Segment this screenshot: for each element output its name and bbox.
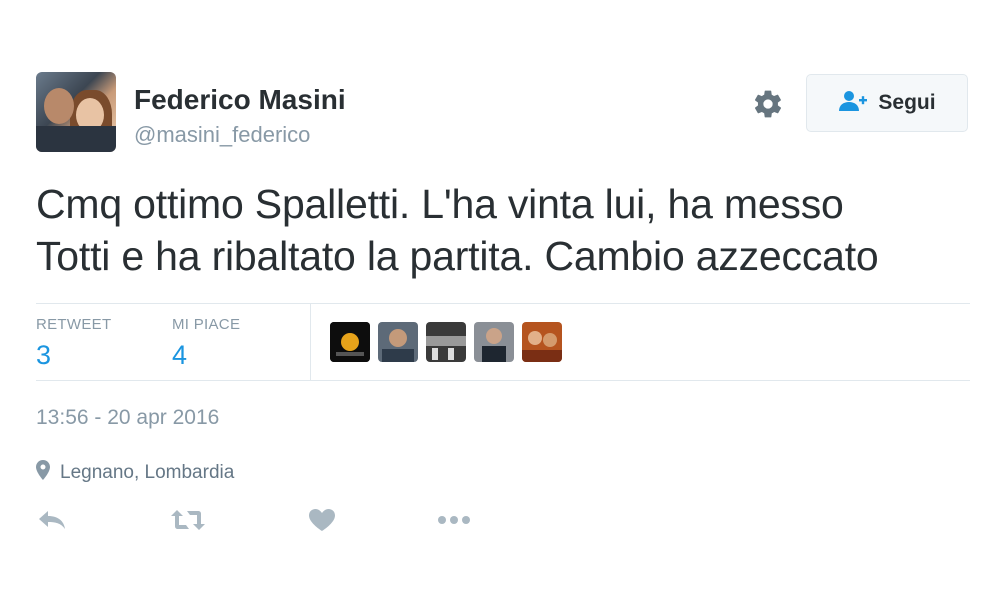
tweet-location[interactable]: Legnano, Lombardia — [36, 460, 234, 485]
follow-button[interactable]: Segui — [806, 74, 968, 132]
location-label: Legnano, Lombardia — [60, 461, 235, 483]
retweet-icon[interactable] — [170, 504, 206, 536]
user-name[interactable]: Federico Masini — [134, 84, 346, 116]
tweet-text: Cmq ottimo Spalletti. L'ha vinta lui, ha… — [36, 178, 976, 282]
user-handle[interactable]: @masini_federico — [134, 122, 310, 148]
avatar[interactable] — [36, 72, 116, 152]
tweet-text-line-1: Cmq ottimo Spalletti. L'ha vinta lui, ha… — [36, 181, 844, 227]
liker-avatar[interactable] — [522, 322, 562, 362]
likes-label[interactable]: MI PIACE — [172, 316, 240, 333]
divider — [36, 303, 970, 304]
likes-count[interactable]: 4 — [172, 340, 187, 371]
reply-icon[interactable] — [34, 504, 70, 536]
tweet-text-line-2: Totti e ha ribaltato la partita. Cambio … — [36, 233, 879, 279]
tweet-timestamp[interactable]: 13:56 - 20 apr 2016 — [36, 406, 219, 430]
add-user-icon — [838, 90, 868, 117]
liker-avatar[interactable] — [426, 322, 466, 362]
retweets-label[interactable]: RETWEET — [36, 316, 111, 333]
likers-list — [330, 322, 562, 362]
heart-icon[interactable] — [304, 504, 340, 536]
more-icon[interactable] — [436, 504, 472, 536]
retweets-count[interactable]: 3 — [36, 340, 51, 371]
liker-avatar[interactable] — [378, 322, 418, 362]
gear-icon[interactable] — [752, 88, 784, 120]
location-pin-icon — [36, 460, 50, 485]
follow-button-label: Segui — [878, 91, 936, 114]
divider — [310, 304, 311, 380]
liker-avatar[interactable] — [474, 322, 514, 362]
divider — [36, 380, 970, 381]
liker-avatar[interactable] — [330, 322, 370, 362]
